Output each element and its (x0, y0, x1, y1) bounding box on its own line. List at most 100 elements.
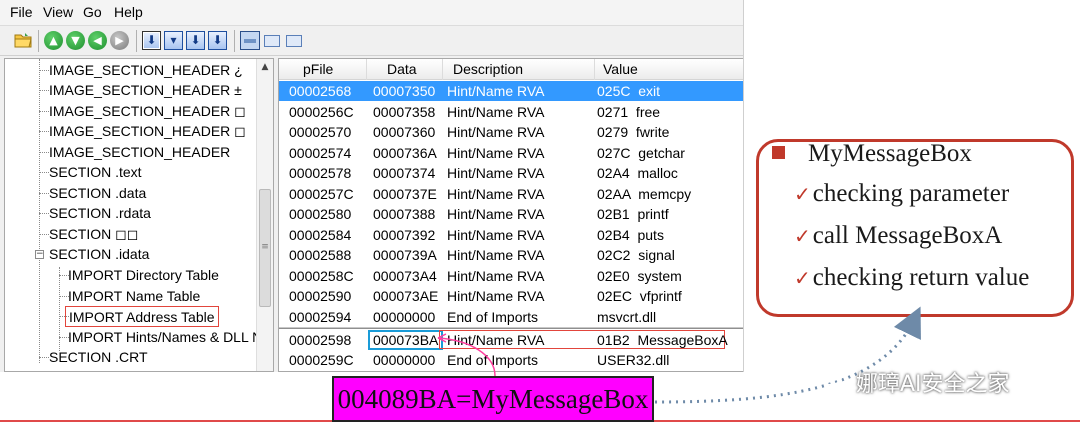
menu-view[interactable]: View (43, 4, 73, 20)
view-details-icon[interactable] (240, 31, 260, 50)
tree-item[interactable]: SECTION .text (49, 162, 142, 182)
cell-value: USER32.dll (597, 352, 670, 368)
tree-guide (39, 152, 49, 153)
cell-pfile: 0000257C (289, 186, 354, 202)
tree-item-idata[interactable]: SECTION .idata (49, 244, 149, 264)
cell-pfile: 0000258C (289, 268, 354, 284)
cell-pfile: 00002574 (289, 145, 352, 161)
tree-item[interactable]: IMAGE_SECTION_HEADER (49, 142, 230, 162)
tree-item[interactable]: SECTION .rdata (49, 203, 151, 223)
go-back-icon[interactable]: ◀ (88, 31, 107, 50)
cell-description: Hint/Name RVA (447, 206, 545, 222)
cell-pfile: 00002570 (289, 124, 352, 140)
table-row[interactable]: 0000259C 00000000 End of Imports USER32.… (279, 350, 743, 370)
cell-pfile: 00002588 (289, 247, 352, 263)
tree-item[interactable]: IMPORT Hints/Names & DLL Nar (68, 327, 273, 347)
scroll-thumb[interactable]: ≡ (259, 189, 271, 307)
table-row[interactable]: 00002590 000073AE Hint/Name RVA 02EC vfp… (279, 286, 743, 306)
tree-item-import-address-table[interactable]: IMPORT Address Table (65, 306, 219, 327)
column-header-pfile[interactable]: pFile (279, 59, 367, 80)
table-row[interactable]: 0000257C 0000737E Hint/Name RVA 02AA mem… (279, 184, 743, 204)
column-header-value[interactable]: Value (595, 59, 743, 80)
table-row-messageboxa[interactable]: 00002598 000073BA Hint/Name RVA 01B2 Mes… (279, 330, 743, 350)
cell-data: 000073A4 (373, 268, 437, 284)
tree-guide (39, 213, 49, 214)
go-up-icon[interactable]: ▲ (44, 31, 63, 50)
menu-go[interactable]: Go (83, 4, 102, 20)
tree-item[interactable]: SECTION .data (49, 183, 146, 203)
export-down-icon[interactable]: ⬇ (142, 31, 161, 50)
export-alt-icon[interactable]: ▾ (164, 31, 183, 50)
grip-icon: ≡ (261, 242, 269, 252)
tree-guide (39, 90, 49, 91)
annotation-label: 004089BA=MyMessageBox (332, 376, 654, 422)
table-row[interactable]: 00002568 00007350 Hint/Name RVA 025C exi… (279, 81, 743, 101)
cell-data: 00007360 (373, 124, 436, 140)
cell-data-highlighted: 000073BA (368, 330, 444, 350)
tree-item[interactable]: IMAGE_SECTION_HEADER ◻ (49, 101, 246, 121)
cell-data: 00007374 (373, 165, 436, 181)
cell-description: Hint/Name RVA (447, 124, 545, 140)
table-row[interactable]: 00002574 0000736A Hint/Name RVA 027C get… (279, 143, 743, 163)
cell-data: 0000736A (373, 145, 437, 161)
tree-item[interactable]: IMPORT Directory Table (68, 265, 219, 285)
save-down-alt-icon[interactable]: ⬇ (208, 31, 227, 50)
toolbar-separator (38, 30, 39, 52)
scroll-up-arrow-icon[interactable]: ▲ (257, 59, 273, 76)
column-header-data[interactable]: Data (367, 59, 443, 80)
callout-title: MyMessageBox (808, 140, 972, 167)
cell-value: 02E0 system (597, 268, 682, 284)
table-row[interactable]: 0000256C 00007358 Hint/Name RVA 0271 fre… (279, 102, 743, 122)
callout-line: ✓checking parameter (794, 180, 1009, 208)
cell-data: 00000000 (373, 309, 436, 325)
view-list-icon[interactable] (264, 35, 280, 47)
tree-item[interactable]: IMPORT Name Table (68, 286, 200, 306)
tree-item[interactable]: IMAGE_SECTION_HEADER ¿ (49, 60, 243, 80)
cell-description: Hint/Name RVA (447, 83, 545, 99)
cell-value: 02B4 puts (597, 227, 664, 243)
go-down-icon[interactable]: ▼ (66, 31, 85, 50)
cell-description: Hint/Name RVA (447, 268, 545, 284)
tree-guide (39, 172, 49, 173)
menu-help[interactable]: Help (114, 4, 143, 20)
checkmark-icon: ✓ (794, 224, 811, 248)
open-folder-icon[interactable] (14, 32, 32, 48)
cell-data: 0000739A (373, 247, 437, 263)
list-panel[interactable]: pFile Data Description Value 00002568 00… (278, 58, 743, 372)
tree-guide (39, 234, 49, 235)
cell-pfile: 00002584 (289, 227, 352, 243)
table-row[interactable]: 00002580 00007388 Hint/Name RVA 02B1 pri… (279, 204, 743, 224)
toolbar: ▲ ▼ ◀ ▶ ⬇ ▾ ⬇ ⬇ (0, 26, 743, 56)
save-down-icon[interactable]: ⬇ (186, 31, 205, 50)
cell-description: Hint/Name RVA (447, 145, 545, 161)
cell-description: Hint/Name RVA (447, 165, 545, 181)
table-row[interactable]: 00002570 00007360 Hint/Name RVA 0279 fwr… (279, 122, 743, 142)
cell-value: 01B2 MessageBoxA (597, 332, 728, 348)
view-icons-icon[interactable] (286, 35, 302, 47)
cell-pfile: 0000256C (289, 104, 354, 120)
go-forward-icon[interactable]: ▶ (110, 31, 129, 50)
tree-item[interactable]: IMAGE_SECTION_HEADER ◻ (49, 121, 246, 141)
cell-description: Hint/Name RVA (447, 332, 545, 348)
column-header-description[interactable]: Description (443, 59, 595, 80)
cell-value: 0271 free (597, 104, 661, 120)
cell-description: Hint/Name RVA (447, 186, 545, 202)
bullet-square-icon (772, 146, 785, 159)
table-row[interactable]: 00002584 00007392 Hint/Name RVA 02B4 put… (279, 225, 743, 245)
callout-line-text: checking parameter (812, 180, 1010, 207)
cell-value: 02C2 signal (597, 247, 675, 263)
tree-scrollbar[interactable]: ▲ ≡ (256, 59, 273, 371)
callout-line-text: checking return value (812, 264, 1030, 291)
table-row[interactable]: 00002588 0000739A Hint/Name RVA 02C2 sig… (279, 245, 743, 265)
tree-panel[interactable]: IMAGE_SECTION_HEADER ¿ IMAGE_SECTION_HEA… (4, 58, 274, 372)
callout-line: ✓call MessageBoxA (794, 222, 1002, 250)
tree-item[interactable]: SECTION .CRT (49, 347, 148, 367)
collapse-toggle-icon[interactable]: − (35, 250, 44, 259)
table-row[interactable]: 00002594 00000000 End of Imports msvcrt.… (279, 307, 743, 327)
table-row[interactable]: 0000258C 000073A4 Hint/Name RVA 02E0 sys… (279, 266, 743, 286)
table-row[interactable]: 00002578 00007374 Hint/Name RVA 02A4 mal… (279, 163, 743, 183)
tree-item[interactable]: IMAGE_SECTION_HEADER ± (49, 80, 242, 100)
cell-pfile: 00002590 (289, 288, 352, 304)
tree-item[interactable]: SECTION ◻◻ (49, 224, 138, 244)
menu-file[interactable]: File (10, 4, 33, 20)
